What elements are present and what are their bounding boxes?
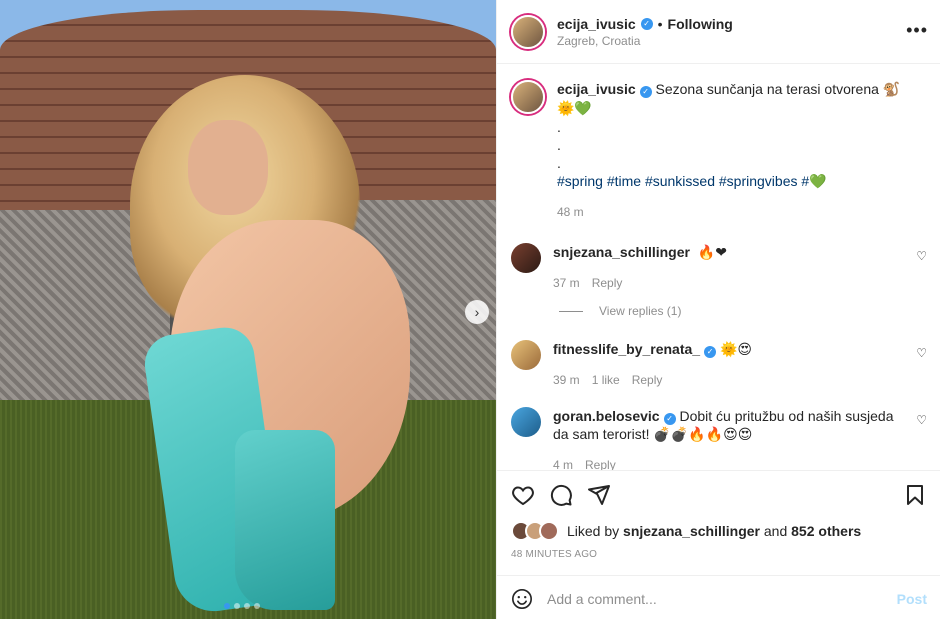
post-panel: ecija_ivusic ✓ • Following Zagreb, Croat… <box>496 0 940 619</box>
hashtag-link[interactable]: # <box>801 173 809 189</box>
verified-icon: ✓ <box>640 17 653 30</box>
comment-row: snjezana_schillinger 🔥❤ 37 m Reply ♡ <box>511 243 927 292</box>
caption-dot: . <box>557 119 561 135</box>
verified-icon: ✓ <box>704 346 717 358</box>
actions-section: Liked by snjezana_schillinger and 852 ot… <box>497 470 940 619</box>
comment-username[interactable]: snjezana_schillinger <box>553 244 690 260</box>
reply-button[interactable]: Reply <box>592 274 623 292</box>
caption-username[interactable]: ecija_ivusic <box>557 81 636 97</box>
caption-body: ecija_ivusic ✓ Sezona sunčanja na terasi … <box>557 80 927 221</box>
carousel-dots <box>224 603 260 609</box>
caption-trailing-emoji: 💚 <box>809 174 827 190</box>
verified-icon: ✓ <box>639 86 652 98</box>
comment-meta: 37 m Reply <box>553 274 903 292</box>
post-button[interactable]: Post <box>897 591 927 607</box>
heart-icon[interactable]: ♡ <box>916 346 927 360</box>
heart-icon[interactable]: ♡ <box>916 249 927 263</box>
post-timestamp[interactable]: 48 MINUTES AGO <box>497 541 940 560</box>
location-link[interactable]: Zagreb, Croatia <box>557 34 733 48</box>
smiley-icon[interactable] <box>511 588 533 610</box>
carousel-dot[interactable] <box>244 603 250 609</box>
carousel-dot[interactable] <box>254 603 260 609</box>
hashtag-link[interactable]: #sunkissed <box>645 173 715 189</box>
comment-body: goran.belosevic ✓ Dobit ću pritužbu od na… <box>553 407 927 470</box>
comment-time[interactable]: 4 m <box>553 456 573 470</box>
avatar[interactable] <box>511 407 541 437</box>
hashtag-link[interactable]: #springvibes <box>719 173 798 189</box>
chevron-right-icon[interactable]: › <box>465 300 489 324</box>
comment-emojis: 💣💣🔥🔥😍😍 <box>653 427 753 443</box>
reply-button[interactable]: Reply <box>632 371 663 389</box>
photo-boot-right <box>235 430 335 610</box>
add-comment-bar: Post <box>497 575 940 619</box>
header-text: ecija_ivusic ✓ • Following Zagreb, Croat… <box>557 16 733 48</box>
view-replies-line <box>559 310 583 312</box>
comment-icon[interactable] <box>549 483 573 507</box>
comment-body: fitnesslife_by_renata_ ✓ 🌞😍 39 m 1 like R… <box>553 340 927 389</box>
caption: ecija_ivusic ✓ Sezona sunčanja na terasi … <box>511 80 927 221</box>
hashtag-link[interactable]: #spring <box>557 173 603 189</box>
share-icon[interactable] <box>587 483 611 507</box>
bookmark-icon[interactable] <box>903 483 927 507</box>
caption-text: Sezona sunčanja na terasi otvorena <box>655 81 879 97</box>
avatar[interactable] <box>511 243 541 273</box>
comment-username[interactable]: goran.belosevic <box>553 408 660 424</box>
avatar[interactable] <box>511 80 545 114</box>
post-photo[interactable]: › <box>0 0 496 619</box>
liked-by-and: and <box>763 523 788 539</box>
caption-dot: . <box>557 155 561 171</box>
view-replies-label: View replies (1) <box>599 304 682 318</box>
heart-icon[interactable] <box>511 483 535 507</box>
liked-by-user[interactable]: snjezana_schillinger <box>623 523 760 539</box>
comment-row: goran.belosevic ✓ Dobit ću pritužbu od na… <box>511 407 927 470</box>
photo-face <box>188 120 268 215</box>
avatar <box>539 521 559 541</box>
comment-username[interactable]: fitnesslife_by_renata_ <box>553 341 700 357</box>
likes-summary: Liked by snjezana_schillinger and 852 ot… <box>497 507 940 541</box>
comments-list[interactable]: ecija_ivusic ✓ Sezona sunčanja na terasi … <box>497 64 940 470</box>
comment-likes[interactable]: 1 like <box>592 371 620 389</box>
header-line: ecija_ivusic ✓ • Following <box>557 16 733 32</box>
more-options-icon[interactable]: ••• <box>906 20 928 41</box>
caption-time[interactable]: 48 m <box>557 203 584 221</box>
avatar[interactable] <box>511 340 541 370</box>
caption-dot: . <box>557 137 561 153</box>
comment-time[interactable]: 37 m <box>553 274 580 292</box>
action-icons <box>497 471 940 507</box>
heart-icon[interactable]: ♡ <box>916 413 927 427</box>
carousel-dot[interactable] <box>224 603 230 609</box>
comment-meta: 4 m Reply <box>553 456 903 470</box>
header-separator: • <box>657 15 663 32</box>
view-replies-button[interactable]: View replies (1) <box>559 304 927 318</box>
hashtag-link[interactable]: #time <box>607 173 641 189</box>
comment-emojis: 🌞😍 <box>719 342 752 358</box>
avatar[interactable] <box>511 14 545 49</box>
comment-emojis: 🔥❤ <box>697 245 728 261</box>
liked-by-others[interactable]: 852 others <box>791 523 861 539</box>
liker-avatars <box>511 521 559 541</box>
liked-by-prefix: Liked by <box>567 523 620 539</box>
following-button[interactable]: Following <box>668 16 733 32</box>
comment-meta: 39 m 1 like Reply <box>553 371 903 389</box>
caption-meta: 48 m <box>557 203 903 221</box>
comment-input[interactable] <box>547 590 897 607</box>
post-header: ecija_ivusic ✓ • Following Zagreb, Croat… <box>497 0 940 64</box>
reply-button[interactable]: Reply <box>585 456 616 470</box>
comment-time[interactable]: 39 m <box>553 371 580 389</box>
comment-row: fitnesslife_by_renata_ ✓ 🌞😍 39 m 1 like R… <box>511 340 927 389</box>
comment-body: snjezana_schillinger 🔥❤ 37 m Reply <box>553 243 927 292</box>
verified-icon: ✓ <box>663 413 676 425</box>
carousel-dot[interactable] <box>234 603 240 609</box>
header-username[interactable]: ecija_ivusic <box>557 16 636 32</box>
caption-hashtags: #spring #time #sunkissed #springvibes #💚 <box>557 172 903 191</box>
